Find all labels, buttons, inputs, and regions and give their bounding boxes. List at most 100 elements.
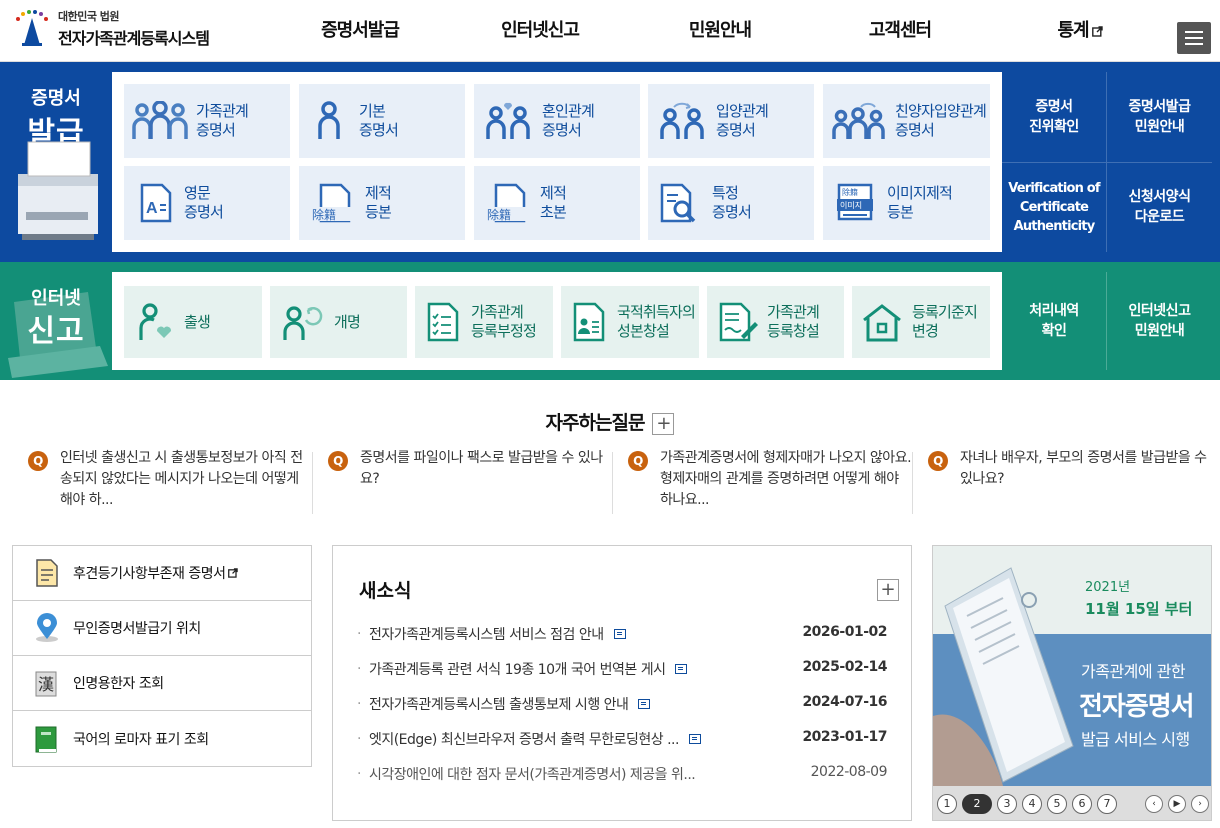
document-icon xyxy=(36,559,58,587)
tile-marriage-cert[interactable]: 혼인관계 증명서 xyxy=(474,84,640,158)
tile-specific-cert[interactable]: 특정 증명서 xyxy=(648,166,814,240)
quick-link-kiosk-location[interactable]: 무인증명서발급기 위치 xyxy=(13,601,311,656)
quick-link-hanja-search[interactable]: 漢 인명용한자 조회 xyxy=(13,656,311,711)
tile-adoption-cert[interactable]: 입양관계 증명서 xyxy=(648,84,814,158)
nav-civil-guide[interactable]: 민원안내 xyxy=(630,0,810,62)
tile-rename-report[interactable]: 개명 xyxy=(270,286,407,358)
report-status-link[interactable]: 처리내역 확인 xyxy=(1002,272,1106,370)
news-panel: 새소식 + · 전자가족관계등록시스템 서비스 점검 안내 2026-01-02 ·… xyxy=(332,545,912,821)
notice-doc-icon xyxy=(613,629,626,639)
hamburger-menu-button[interactable] xyxy=(1177,22,1211,54)
image-document-icon: 除籍 이미지 xyxy=(837,183,873,221)
svg-text:A: A xyxy=(146,200,158,217)
baby-icon xyxy=(139,303,172,340)
banner-prev-button[interactable]: ‹ xyxy=(1145,795,1163,813)
couple-heart-icon xyxy=(486,102,530,139)
banner-line2: 전자증명서 xyxy=(1079,692,1195,722)
house-icon xyxy=(863,304,901,342)
external-link-icon xyxy=(1091,25,1103,37)
family-arrow-icon xyxy=(832,102,885,139)
faq-item[interactable]: Q 가족관계증명서에 형제자매가 나오지 않아요. 형제자매의 관계를 증명하려면… xyxy=(612,448,912,516)
svg-text:除籍: 除籍 xyxy=(842,187,858,197)
faq-item[interactable]: Q 자녀나 배우자, 부모의 증명서를 발급받을 수 있나요? xyxy=(912,448,1212,516)
promo-banner[interactable]: 2021년 11월 15일 부터 가족관계에 관한 전자증명서 발급 서비스 시… xyxy=(932,545,1212,821)
tile-register-creation[interactable]: 가족관계 등록창설 xyxy=(707,286,844,358)
site-logo[interactable]: 대한민국 법원 전자가족관계등록시스템 xyxy=(12,8,210,49)
banner-page-4[interactable]: 4 xyxy=(1022,794,1042,814)
nav-statistics[interactable]: 통계 xyxy=(990,0,1170,62)
banner-page-2[interactable]: 2 xyxy=(962,794,992,814)
map-pin-icon xyxy=(36,613,58,642)
news-item[interactable]: · 시각장애인에 대한 점자 문서(가족관계증명서) 제공을 위... 2022-0… xyxy=(357,764,888,784)
tile-family-relation-cert[interactable]: 가족관계 증명서 xyxy=(124,84,290,158)
svg-text:除籍: 除籍 xyxy=(312,207,336,222)
news-more-button[interactable]: + xyxy=(877,579,899,601)
form-download-link[interactable]: 신청서양식 다운로드 xyxy=(1107,162,1212,252)
banner-year: 2021년 xyxy=(1085,580,1131,595)
svg-text:이미지: 이미지 xyxy=(840,200,862,210)
question-icon: Q xyxy=(928,451,948,471)
banner-page-5[interactable]: 5 xyxy=(1047,794,1067,814)
rename-icon xyxy=(283,306,323,340)
person-icon xyxy=(318,101,340,139)
news-item[interactable]: · 전자가족관계등록시스템 서비스 점검 안내 2026-01-02 xyxy=(357,624,887,644)
tile-basic-cert[interactable]: 기본 증명서 xyxy=(299,84,465,158)
court-emblem-icon xyxy=(12,9,52,49)
tile-registration-base-change[interactable]: 등록기준지 변경 xyxy=(852,286,990,358)
tile-register-correction[interactable]: 가족관계 등록부정정 xyxy=(415,286,553,358)
quick-link-romanization[interactable]: 국어의 로마자 표기 조회 xyxy=(13,711,311,766)
tile-english-cert[interactable]: A 영문 증명서 xyxy=(124,166,290,240)
banner-page-3[interactable]: 3 xyxy=(997,794,1017,814)
tile-full-adoption-cert[interactable]: 친양자입양관계 증명서 xyxy=(823,84,990,158)
faq-more-button[interactable]: + xyxy=(652,412,675,435)
report-civil-guide-link[interactable]: 인터넷신고 민원안내 xyxy=(1107,272,1212,370)
verification-of-authenticity-link[interactable]: Verification of Certificate Authenticity xyxy=(1002,162,1106,252)
nav-internet-report[interactable]: 인터넷신고 xyxy=(450,0,630,62)
certificate-band-title: 증명서 발급 xyxy=(0,62,112,262)
checklist-icon xyxy=(427,302,459,342)
cert-verify-link[interactable]: 증명서 진위확인 xyxy=(1002,72,1106,162)
banner-page-1[interactable]: 1 xyxy=(937,794,957,814)
banner-page-7[interactable]: 7 xyxy=(1097,794,1117,814)
removed-register-icon: 除籍 xyxy=(486,183,526,223)
quick-links: 후견등기사항부존재 증명서 무인증명서발급기 위치 漢 인명용한자 조회 국어의… xyxy=(12,545,312,767)
logo-org: 대한민국 법원 xyxy=(58,10,120,23)
green-book-icon xyxy=(35,726,57,752)
quick-link-guardianship-cert[interactable]: 후견등기사항부존재 증명서 xyxy=(13,546,311,601)
banner-next-button[interactable]: › xyxy=(1191,795,1209,813)
tile-image-register-copy[interactable]: 除籍 이미지 이미지제적 등본 xyxy=(823,166,990,240)
banner-page-6[interactable]: 6 xyxy=(1072,794,1092,814)
question-icon: Q xyxy=(328,451,348,471)
nav-customer-center[interactable]: 고객센터 xyxy=(810,0,990,62)
banner-date: 11월 15일 부터 xyxy=(1085,600,1193,618)
logo-title: 전자가족관계등록시스템 xyxy=(58,29,210,48)
news-item[interactable]: · 엣지(Edge) 최신브라우저 증명서 출력 무한로딩현상 ... 2023-0… xyxy=(357,729,887,749)
faq-item[interactable]: Q 증명서를 파일이나 팩스로 발급받을 수 있나요? xyxy=(312,448,612,516)
banner-line3: 발급 서비스 시행 xyxy=(1081,730,1190,749)
faq-item[interactable]: Q 인터넷 출생신고 시 출생통보정보가 아직 전송되지 않았다는 메시지가 나오… xyxy=(12,448,312,516)
header: 대한민국 법원 전자가족관계등록시스템 증명서발급 인터넷신고 민원안내 고객센… xyxy=(0,0,1220,62)
adoption-icon xyxy=(660,102,704,139)
news-item[interactable]: · 가족관계등록 관련 서식 19종 10개 국어 번역본 게시 2025-02-1… xyxy=(357,659,887,679)
tile-removed-register-extract[interactable]: 除籍 제적 초본 xyxy=(474,166,640,240)
pen-document-icon xyxy=(719,302,758,342)
tile-removed-register-copy[interactable]: 除籍 제적 등본 xyxy=(299,166,465,240)
question-icon: Q xyxy=(28,451,48,471)
nav-certificate[interactable]: 증명서발급 xyxy=(270,0,450,62)
family-people-icon xyxy=(132,101,188,139)
id-card-icon xyxy=(573,302,605,342)
news-title: 새소식 xyxy=(359,580,412,602)
faq-title: 자주하는질문 xyxy=(545,412,646,434)
news-item[interactable]: · 전자가족관계등록시스템 출생통보제 시행 안내 2024-07-16 xyxy=(357,694,887,714)
tile-birth-report[interactable]: 출생 xyxy=(124,286,262,358)
cert-civil-guide-link[interactable]: 증명서발급 민원안내 xyxy=(1107,72,1212,162)
certificate-band: 증명서 발급 가족관계 증명서 기본 증명서 혼인관계 증명서 입양관계 증명서… xyxy=(0,62,1220,262)
internet-report-band: 인터넷 신고 출생 개명 가족관계 등록부정정 국적취득자의 성본창설 가족관계… xyxy=(0,262,1220,380)
notice-doc-icon xyxy=(688,734,701,744)
removed-register-icon: 除籍 xyxy=(311,183,351,223)
tile-naturalized-surname[interactable]: 국적취득자의 성본창설 xyxy=(561,286,699,358)
banner-play-button[interactable]: ▶ xyxy=(1168,795,1186,813)
banner-pager: 1 2 3 4 5 6 7 ‹ ▶ › xyxy=(933,786,1211,820)
notice-doc-icon xyxy=(675,664,688,674)
banner-line1: 가족관계에 관한 xyxy=(1081,662,1186,681)
